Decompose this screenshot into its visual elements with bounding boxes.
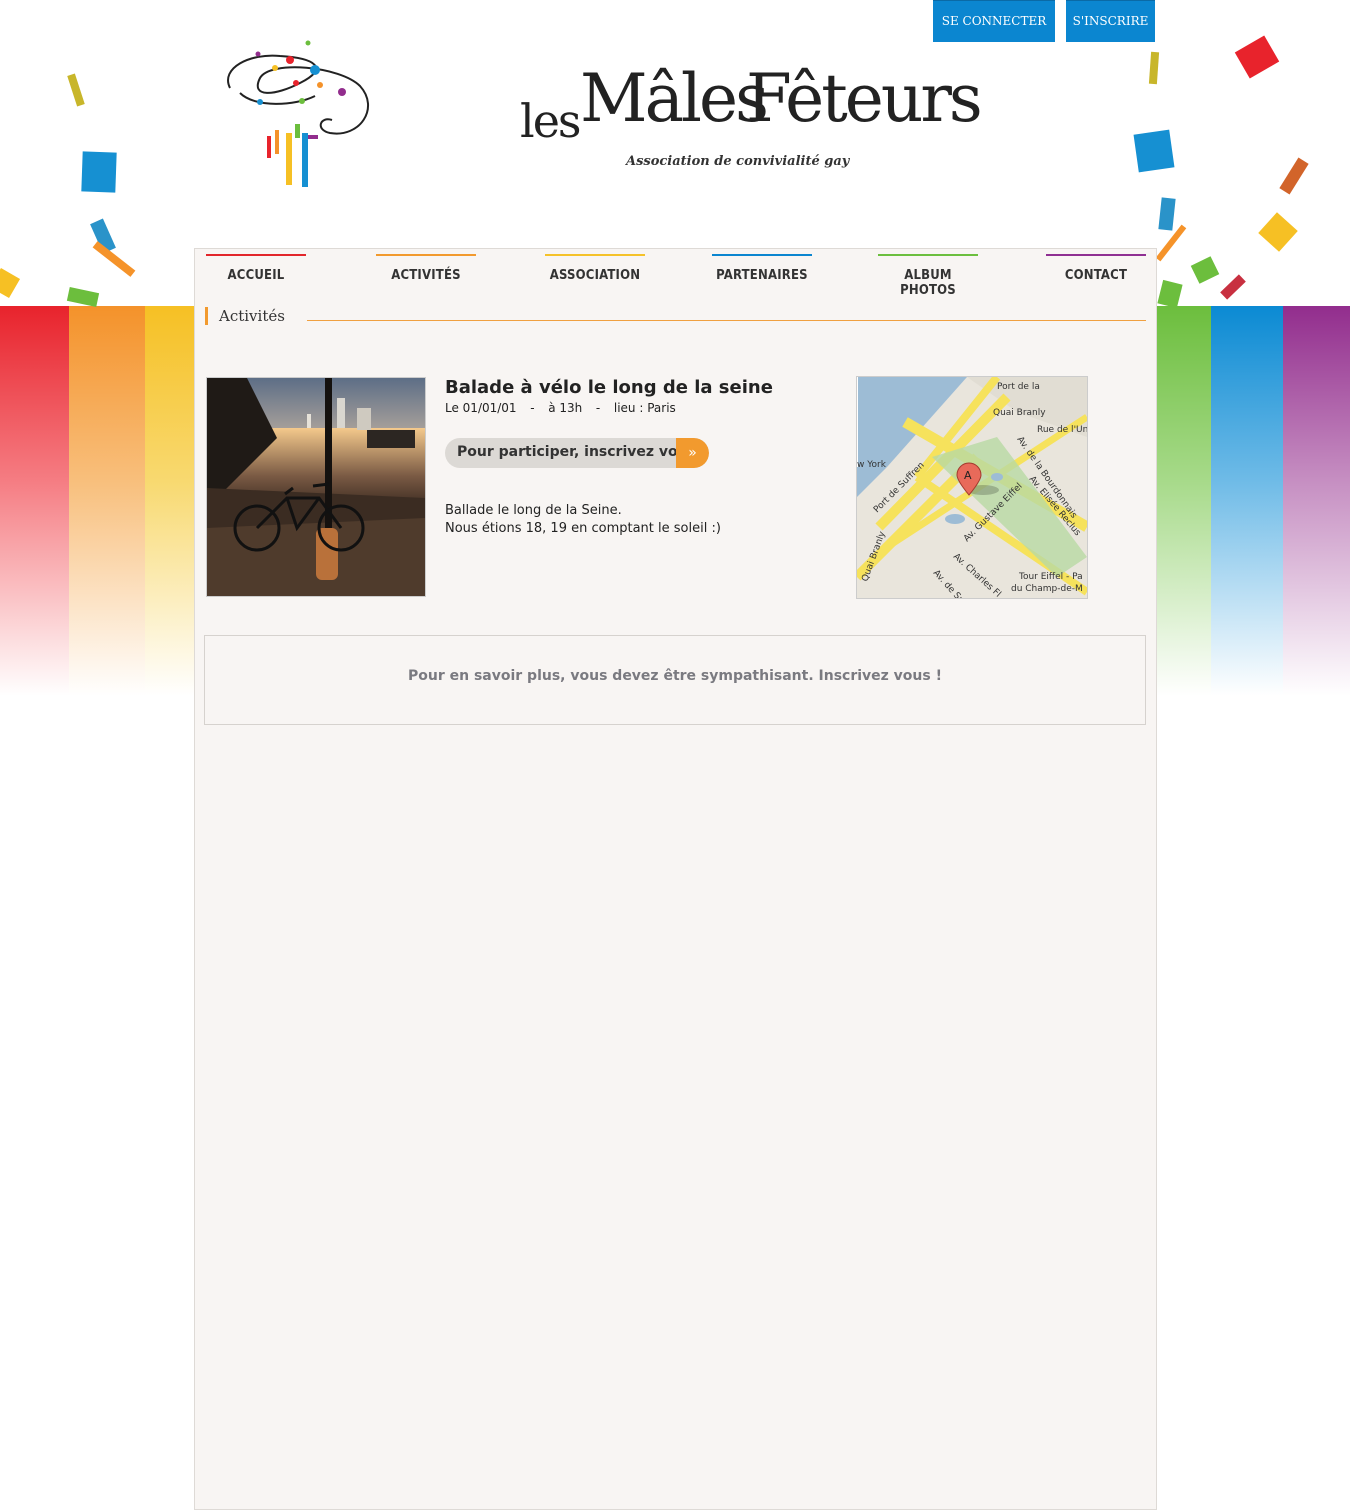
nav-item-activites[interactable]: ACTIVITÉS: [376, 254, 476, 284]
section-header: Activités: [205, 305, 1146, 329]
map-label: w York: [857, 460, 887, 470]
nav-item-partenaires[interactable]: PARTENAIRES: [712, 254, 812, 284]
register-button[interactable]: S'INSCRIRE: [1066, 0, 1155, 42]
logo-emblem-icon: [227, 40, 370, 187]
event-map[interactable]: Port de la Quai Branly Rue de l'Univ w Y…: [856, 376, 1088, 599]
membership-notice-text[interactable]: Pour en savoir plus, vous devez être sym…: [205, 668, 1145, 684]
map-label: Rue de l'Univ: [1037, 425, 1087, 435]
logo-word-feteurs: Fêteurs: [746, 60, 983, 137]
participate-button-label: Pour participer, inscrivez vous: [457, 444, 696, 460]
section-divider: [307, 320, 1146, 321]
event-place: lieu : Paris: [613, 401, 676, 415]
event-title[interactable]: Balade à vélo le long de la seine: [445, 377, 773, 398]
event-meta: Le 01/01/01 - à 13h - lieu : Paris: [445, 401, 682, 415]
map-label: Tour Eiffel - Pa: [1018, 572, 1083, 582]
map-label: du Champ-de-M: [1011, 584, 1083, 594]
double-chevron-right-icon: »: [676, 438, 709, 468]
nav-item-accueil[interactable]: ACCUEIL: [206, 254, 306, 284]
logo-word-males: Mâles: [580, 60, 769, 137]
site-logo[interactable]: les Mâles Fêteurs Association de convivi…: [518, 52, 983, 169]
membership-notice: Pour en savoir plus, vous devez être sym…: [204, 635, 1146, 725]
logo-tagline: Association de convivialité gay: [626, 154, 850, 169]
logo-word-les: les: [520, 94, 582, 148]
meta-separator: -: [592, 401, 605, 415]
svg-text:A: A: [964, 469, 972, 482]
event-description-line: Ballade le long de la Seine.: [445, 503, 622, 518]
main-navigation: ACCUEIL ACTIVITÉS ASSOCIATION PARTENAIRE…: [195, 249, 1156, 299]
event-description: Ballade le long de la Seine. Nous étions…: [445, 502, 721, 538]
event-time: à 13h: [548, 401, 583, 415]
map-label: Quai Branly: [993, 408, 1046, 418]
meta-separator: -: [526, 401, 539, 415]
nav-item-album-photos[interactable]: ALBUM PHOTOS: [878, 254, 978, 298]
event-date: Le 01/01/01: [445, 401, 517, 415]
nav-item-association[interactable]: ASSOCIATION: [545, 254, 645, 284]
map-label: Port de la: [997, 382, 1040, 392]
login-button[interactable]: SE CONNECTER: [933, 0, 1055, 42]
main-panel: ACCUEIL ACTIVITÉS ASSOCIATION PARTENAIRE…: [194, 248, 1157, 1510]
event-photo[interactable]: [206, 377, 426, 597]
section-title: Activités: [205, 307, 285, 325]
participate-button[interactable]: Pour participer, inscrivez vous »: [445, 438, 709, 468]
event-description-line: Nous étions 18, 19 en comptant le soleil…: [445, 521, 721, 536]
nav-item-contact[interactable]: CONTACT: [1046, 254, 1146, 284]
